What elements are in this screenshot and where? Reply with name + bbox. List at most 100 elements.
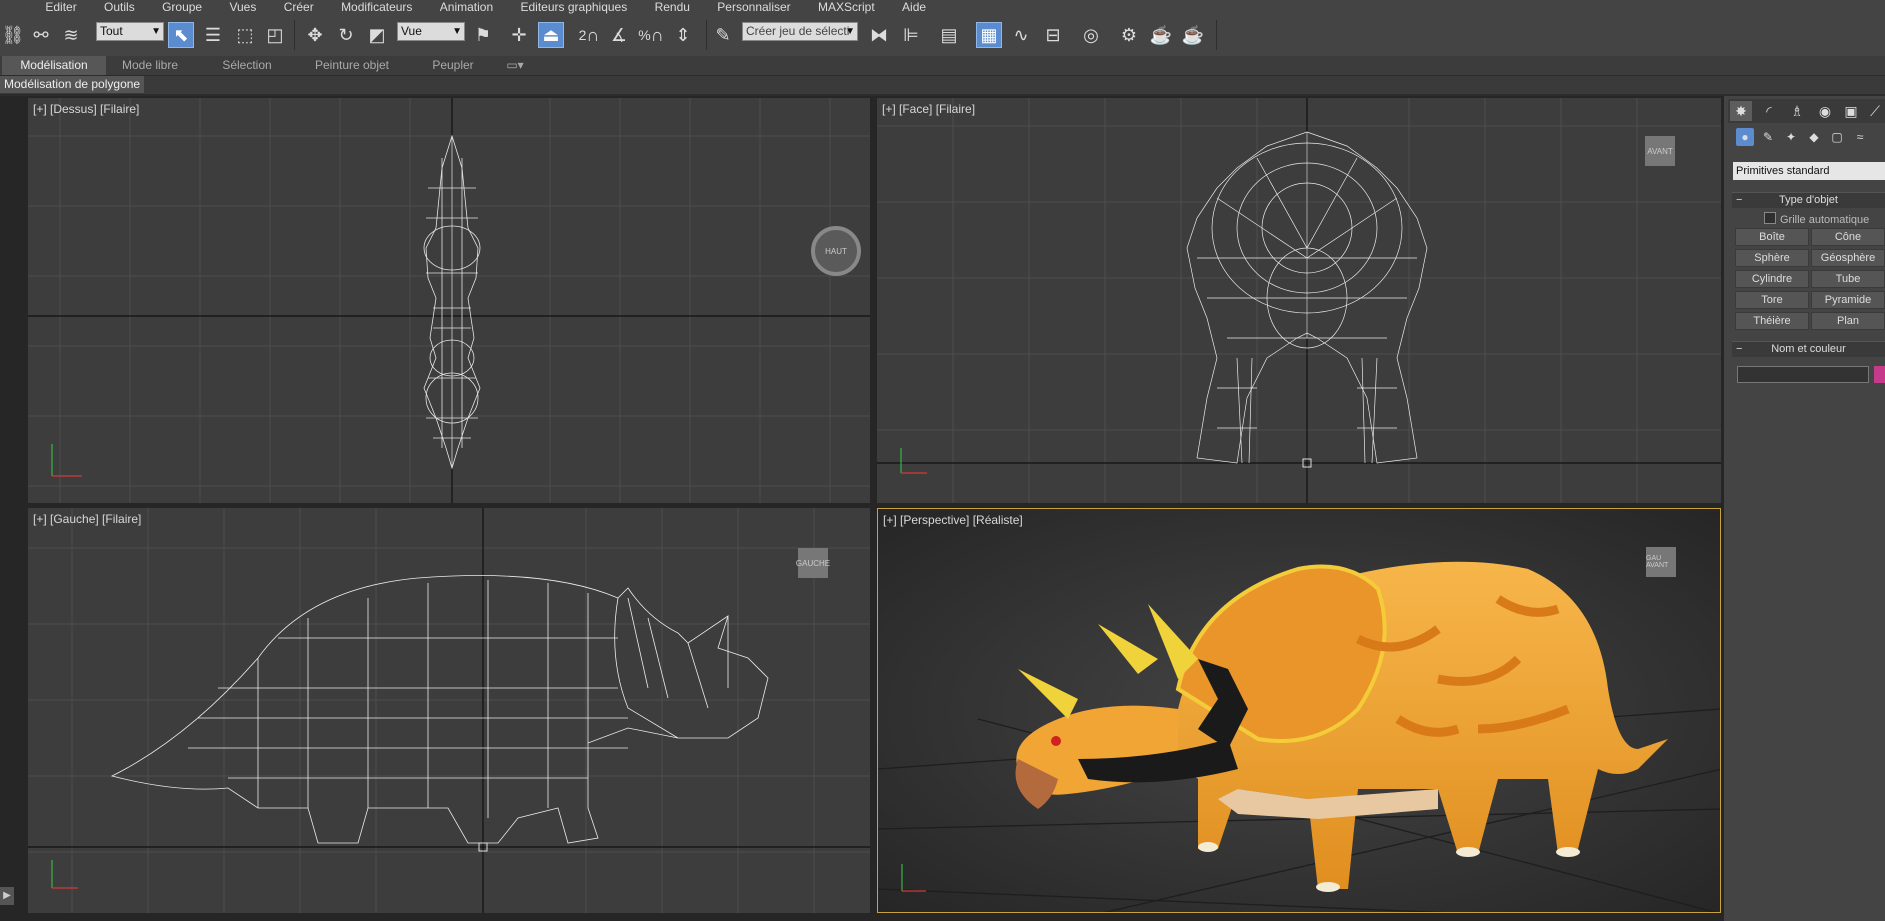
box-button[interactable]: Boîte bbox=[1735, 228, 1809, 246]
rollout-object-type-title: Type d'objet bbox=[1779, 194, 1838, 206]
bind-space-warp-icon[interactable]: ≋ bbox=[58, 22, 84, 48]
menu-maxscript[interactable]: MAXScript bbox=[806, 1, 887, 13]
snaps-toggle-icon[interactable]: 2 ∩ bbox=[576, 22, 602, 48]
schematic-view-icon[interactable]: ⊟ bbox=[1040, 22, 1066, 48]
viewport-front-label[interactable]: [+] [Face] [Filaire] bbox=[882, 102, 975, 116]
rectangular-selection-icon[interactable]: ⬚ bbox=[232, 22, 258, 48]
geometry-icon[interactable]: ● bbox=[1736, 128, 1754, 146]
viewport-perspective-label[interactable]: [+] [Perspective] [Réaliste] bbox=[883, 513, 1023, 527]
viewcube-perspective-label: GAU AVANT bbox=[1646, 555, 1669, 569]
select-object-icon[interactable]: ⬉ bbox=[168, 22, 194, 48]
plane-button[interactable]: Plan bbox=[1811, 312, 1885, 330]
ribbon-options-icon[interactable]: ▭▾ bbox=[500, 56, 530, 75]
rollout-object-type[interactable]: − Type d'objet bbox=[1732, 192, 1885, 208]
teapot-button[interactable]: Théière bbox=[1735, 312, 1809, 330]
align-icon[interactable]: ⊫ bbox=[898, 22, 924, 48]
lights-icon[interactable]: ✦ bbox=[1782, 128, 1800, 146]
selection-filter-dropdown[interactable]: Tout ▼ bbox=[96, 22, 164, 41]
scene-explorer-icon[interactable]: ▦ bbox=[976, 22, 1002, 48]
viewcube-front[interactable]: AVANT bbox=[1645, 136, 1675, 166]
cone-button[interactable]: Cône bbox=[1811, 228, 1885, 246]
shapes-icon[interactable]: ✎ bbox=[1759, 128, 1777, 146]
curve-editor-icon[interactable]: ∿ bbox=[1008, 22, 1034, 48]
tab-selection[interactable]: Sélection bbox=[206, 56, 288, 75]
checkbox-icon bbox=[1764, 212, 1776, 224]
hierarchy-tab-icon[interactable]: ♗ bbox=[1786, 101, 1808, 121]
edit-named-selection-icon[interactable]: ✎ bbox=[710, 22, 736, 48]
menu-modificateurs[interactable]: Modificateurs bbox=[329, 1, 424, 13]
play-animation-button[interactable]: ▶ bbox=[0, 887, 14, 905]
space-warps-icon[interactable]: ≈ bbox=[1851, 128, 1869, 146]
torus-button[interactable]: Tore bbox=[1735, 291, 1809, 309]
render-production-icon[interactable]: ☕ bbox=[1180, 22, 1206, 48]
menu-aide[interactable]: Aide bbox=[890, 1, 938, 13]
utilities-tab-icon[interactable]: ⟋ bbox=[1864, 101, 1885, 121]
percent-snap-icon[interactable]: % ∩ bbox=[638, 22, 664, 48]
viewport-left[interactable]: [+] [Gauche] [Filaire] GAUCHE bbox=[28, 508, 870, 913]
category-dropdown[interactable]: Primitives standard bbox=[1733, 162, 1885, 180]
menu-editer[interactable]: Editer bbox=[33, 1, 88, 13]
rollout-name-color[interactable]: − Nom et couleur bbox=[1732, 341, 1885, 357]
material-editor-icon[interactable]: ◎ bbox=[1078, 22, 1104, 48]
object-color-swatch[interactable] bbox=[1874, 366, 1885, 383]
unlink-icon[interactable]: ⚯ bbox=[28, 22, 54, 48]
viewcube-perspective[interactable]: GAU AVANT bbox=[1646, 547, 1676, 577]
menu-vues[interactable]: Vues bbox=[217, 1, 268, 13]
render-setup-icon[interactable]: ⚙ bbox=[1116, 22, 1142, 48]
modify-tab-icon[interactable]: ◜ bbox=[1758, 101, 1780, 121]
viewcube-left[interactable]: GAUCHE bbox=[796, 548, 830, 578]
menu-editeurs-graphiques[interactable]: Editeurs graphiques bbox=[509, 1, 640, 13]
viewport-top[interactable]: [+] [Dessus] [Filaire] HAUT bbox=[28, 98, 870, 503]
auto-grid-checkbox[interactable]: Grille automatique bbox=[1764, 212, 1869, 226]
select-by-name-icon[interactable]: ☰ bbox=[200, 22, 226, 48]
ribbon-panel-label[interactable]: Modélisation de polygone bbox=[0, 76, 145, 93]
mirror-icon[interactable]: ⧓ bbox=[866, 22, 892, 48]
move-icon[interactable]: ✥ bbox=[302, 22, 328, 48]
select-manipulate-icon[interactable]: ✛ bbox=[506, 22, 532, 48]
geosphere-button[interactable]: Géosphère bbox=[1811, 249, 1885, 267]
tab-modelisation[interactable]: Modélisation bbox=[2, 56, 106, 75]
menu-animation[interactable]: Animation bbox=[428, 1, 505, 13]
angle-snap-icon[interactable]: ∡ bbox=[606, 22, 632, 48]
motion-tab-icon[interactable]: ◉ bbox=[1814, 101, 1836, 121]
cylinder-button[interactable]: Cylindre bbox=[1735, 270, 1809, 288]
spinner-snap-icon[interactable]: ⇕ bbox=[670, 22, 696, 48]
viewcube-top[interactable]: HAUT bbox=[811, 226, 861, 276]
menu-outils[interactable]: Outils bbox=[92, 1, 147, 13]
chevron-down-icon: ▼ bbox=[151, 26, 161, 37]
menu-creer[interactable]: Créer bbox=[272, 1, 326, 13]
layer-manager-icon[interactable]: ▤ bbox=[936, 22, 962, 48]
viewport-left-canvas bbox=[28, 508, 870, 913]
reference-coord-dropdown[interactable]: Vue ▼ bbox=[397, 22, 465, 41]
tab-peinture-objet[interactable]: Peinture objet bbox=[300, 56, 404, 75]
tab-peupler[interactable]: Peupler bbox=[418, 56, 488, 75]
menu-rendu[interactable]: Rendu bbox=[643, 1, 702, 13]
selection-filter-value: Tout bbox=[100, 24, 123, 38]
viewport-left-label[interactable]: [+] [Gauche] [Filaire] bbox=[33, 512, 141, 526]
display-tab-icon[interactable]: ▣ bbox=[1840, 101, 1862, 121]
menu-groupe[interactable]: Groupe bbox=[150, 1, 214, 13]
sphere-button[interactable]: Sphère bbox=[1735, 249, 1809, 267]
viewport-front[interactable]: [+] [Face] [Filaire] AVANT bbox=[877, 98, 1721, 503]
tab-mode-libre[interactable]: Mode libre bbox=[108, 56, 192, 75]
object-name-input[interactable] bbox=[1737, 366, 1869, 383]
pyramid-button[interactable]: Pyramide bbox=[1811, 291, 1885, 309]
rotate-icon[interactable]: ↻ bbox=[333, 22, 359, 48]
menu-personnaliser[interactable]: Personnaliser bbox=[705, 1, 802, 13]
named-selection-sets-dropdown[interactable]: Créer jeu de sélecti ▼ bbox=[742, 22, 858, 41]
cameras-icon[interactable]: ◆ bbox=[1805, 128, 1823, 146]
scale-icon[interactable]: ◩ bbox=[364, 22, 390, 48]
link-icon[interactable]: ⛓ bbox=[0, 22, 26, 48]
keyboard-shortcut-override-icon[interactable]: ⏏ bbox=[538, 22, 564, 48]
pivot-center-icon[interactable]: ⚑ bbox=[470, 22, 496, 48]
main-toolbar: ⛓ ⚯ ≋ Tout ▼ ⬉ ☰ ⬚ ◰ ✥ ↻ ◩ Vue ▼ ⚑ ✛ ⏏ 2… bbox=[0, 14, 1885, 57]
viewport-top-label[interactable]: [+] [Dessus] [Filaire] bbox=[33, 102, 139, 116]
wireframe-model-left bbox=[110, 575, 769, 844]
viewport-perspective[interactable]: [+] [Perspective] [Réaliste] GAU AVANT bbox=[877, 508, 1721, 913]
tube-button[interactable]: Tube bbox=[1811, 270, 1885, 288]
create-tab-icon[interactable]: ✸ bbox=[1730, 101, 1752, 121]
window-crossing-icon[interactable]: ◰ bbox=[262, 22, 288, 48]
viewport-top-canvas bbox=[28, 98, 870, 503]
helpers-icon[interactable]: ▢ bbox=[1828, 128, 1846, 146]
rendered-frame-window-icon[interactable]: ☕ bbox=[1148, 22, 1174, 48]
